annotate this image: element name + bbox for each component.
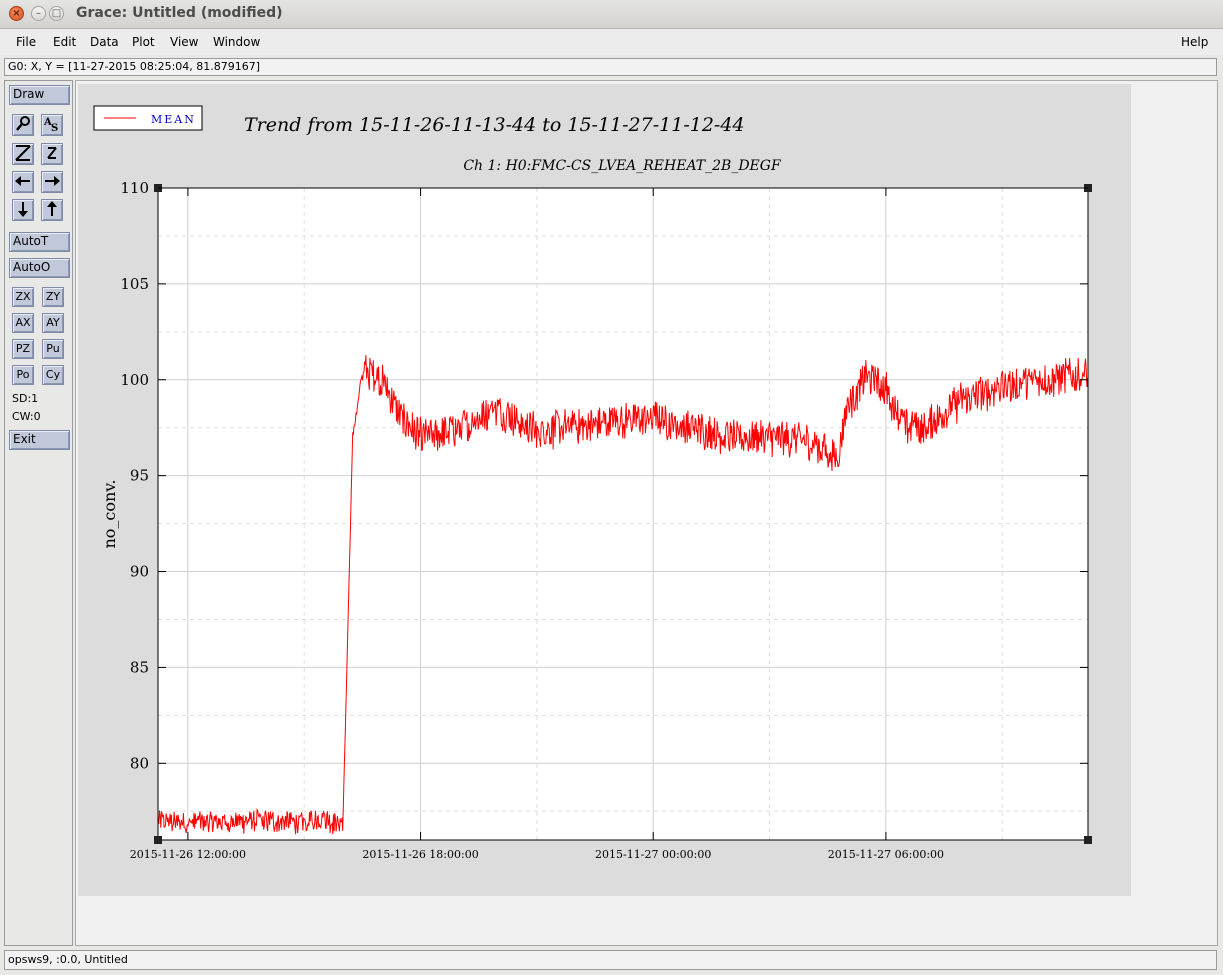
zoom-z-icon[interactable] bbox=[41, 143, 63, 165]
close-icon[interactable]: × bbox=[9, 6, 24, 21]
zoom-icon[interactable] bbox=[12, 114, 34, 136]
draw-button[interactable]: Draw bbox=[9, 85, 70, 105]
graph-page[interactable] bbox=[78, 84, 1131, 896]
zy-button[interactable]: ZY bbox=[42, 287, 64, 307]
menu-window[interactable]: Window bbox=[213, 35, 260, 49]
svg-text:S: S bbox=[51, 123, 58, 133]
autoo-button[interactable]: AutoO bbox=[9, 258, 70, 278]
maximize-icon[interactable]: □ bbox=[49, 6, 64, 21]
pu-button[interactable]: Pu bbox=[42, 339, 64, 359]
text-autoscale-icon[interactable]: AS bbox=[41, 114, 63, 136]
ax-button[interactable]: AX bbox=[12, 313, 34, 333]
menubar: File Edit Data Plot View Window Help bbox=[0, 30, 1223, 55]
po-button[interactable]: Po bbox=[12, 365, 34, 385]
menu-view[interactable]: View bbox=[170, 35, 198, 49]
arrow-down-icon[interactable] bbox=[12, 199, 34, 221]
minimize-icon[interactable]: – bbox=[31, 6, 46, 21]
zx-button[interactable]: ZX bbox=[12, 287, 34, 307]
arrow-right-icon[interactable] bbox=[41, 171, 63, 193]
autot-button[interactable]: AutoT bbox=[9, 232, 70, 252]
toolbar: Draw AS AutoT AutoO ZX ZY AX AY PZ Pu Po… bbox=[4, 80, 73, 946]
menu-plot[interactable]: Plot bbox=[132, 35, 155, 49]
window-title: Grace: Untitled (modified) bbox=[76, 5, 283, 21]
stack-depth-label: SD:1 bbox=[12, 392, 39, 405]
status-text: opsws9, :0.0, Untitled bbox=[8, 953, 128, 966]
current-world-label: CW:0 bbox=[12, 410, 41, 423]
menu-data[interactable]: Data bbox=[90, 35, 119, 49]
locator-bar: G0: X, Y = [11-27-2015 08:25:04, 81.8791… bbox=[4, 58, 1217, 76]
zoom-xy-icon[interactable] bbox=[12, 143, 34, 165]
menu-help[interactable]: Help bbox=[1181, 35, 1208, 49]
pz-button[interactable]: PZ bbox=[12, 339, 34, 359]
cy-button[interactable]: Cy bbox=[42, 365, 64, 385]
menu-edit[interactable]: Edit bbox=[53, 35, 76, 49]
ay-button[interactable]: AY bbox=[42, 313, 64, 333]
window-title-bar: × – □ Grace: Untitled (modified) bbox=[0, 0, 1223, 29]
arrow-up-icon[interactable] bbox=[41, 199, 63, 221]
arrow-left-icon[interactable] bbox=[12, 171, 34, 193]
status-bar: opsws9, :0.0, Untitled bbox=[4, 950, 1217, 970]
exit-button[interactable]: Exit bbox=[9, 430, 70, 450]
locator-text: G0: X, Y = [11-27-2015 08:25:04, 81.8791… bbox=[8, 60, 261, 73]
menu-file[interactable]: File bbox=[16, 35, 36, 49]
